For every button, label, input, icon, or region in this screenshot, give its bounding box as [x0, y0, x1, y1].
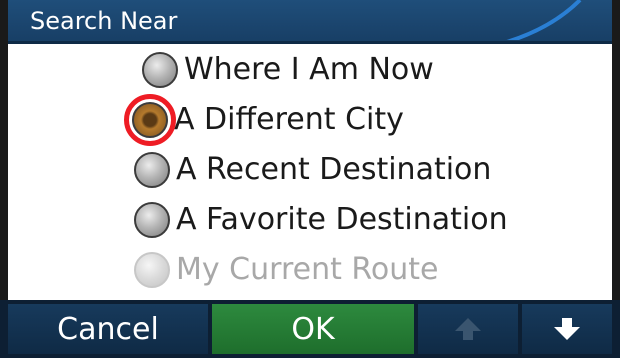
radio-button-icon[interactable] [142, 52, 178, 88]
option-a-different-city[interactable]: A Different City [124, 94, 404, 146]
down-arrow-icon [554, 318, 580, 340]
radio-button-icon[interactable] [134, 202, 170, 238]
cancel-button[interactable]: Cancel [8, 304, 208, 354]
decorative-curve [506, 0, 582, 40]
scroll-down-button[interactable] [522, 304, 612, 354]
cancel-button-label: Cancel [57, 311, 159, 347]
option-a-favorite-destination[interactable]: A Favorite Destination [134, 198, 508, 242]
highlight-ring-annotation [124, 94, 176, 146]
radio-button-disabled-icon [134, 252, 170, 288]
option-label: A Favorite Destination [176, 202, 508, 237]
ok-button-label: OK [291, 311, 335, 347]
up-arrow-icon [455, 318, 481, 340]
page-title: Search Near [30, 7, 178, 35]
radio-button-selected-icon[interactable] [124, 94, 176, 146]
option-where-i-am-now[interactable]: Where I Am Now [142, 48, 434, 92]
option-my-current-route: My Current Route [134, 248, 438, 292]
option-label: Where I Am Now [184, 52, 434, 87]
radio-button-icon[interactable] [134, 152, 170, 188]
option-label: My Current Route [176, 252, 439, 287]
ok-button[interactable]: OK [212, 304, 414, 354]
option-a-recent-destination[interactable]: A Recent Destination [134, 148, 491, 192]
search-near-dialog: Search Near Where I Am Now A Different C… [0, 0, 620, 358]
scroll-up-button[interactable] [418, 304, 518, 354]
option-list: Where I Am Now A Different City A Recent… [8, 44, 612, 300]
option-label: A Recent Destination [176, 152, 492, 187]
option-label: A Different City [174, 102, 404, 137]
